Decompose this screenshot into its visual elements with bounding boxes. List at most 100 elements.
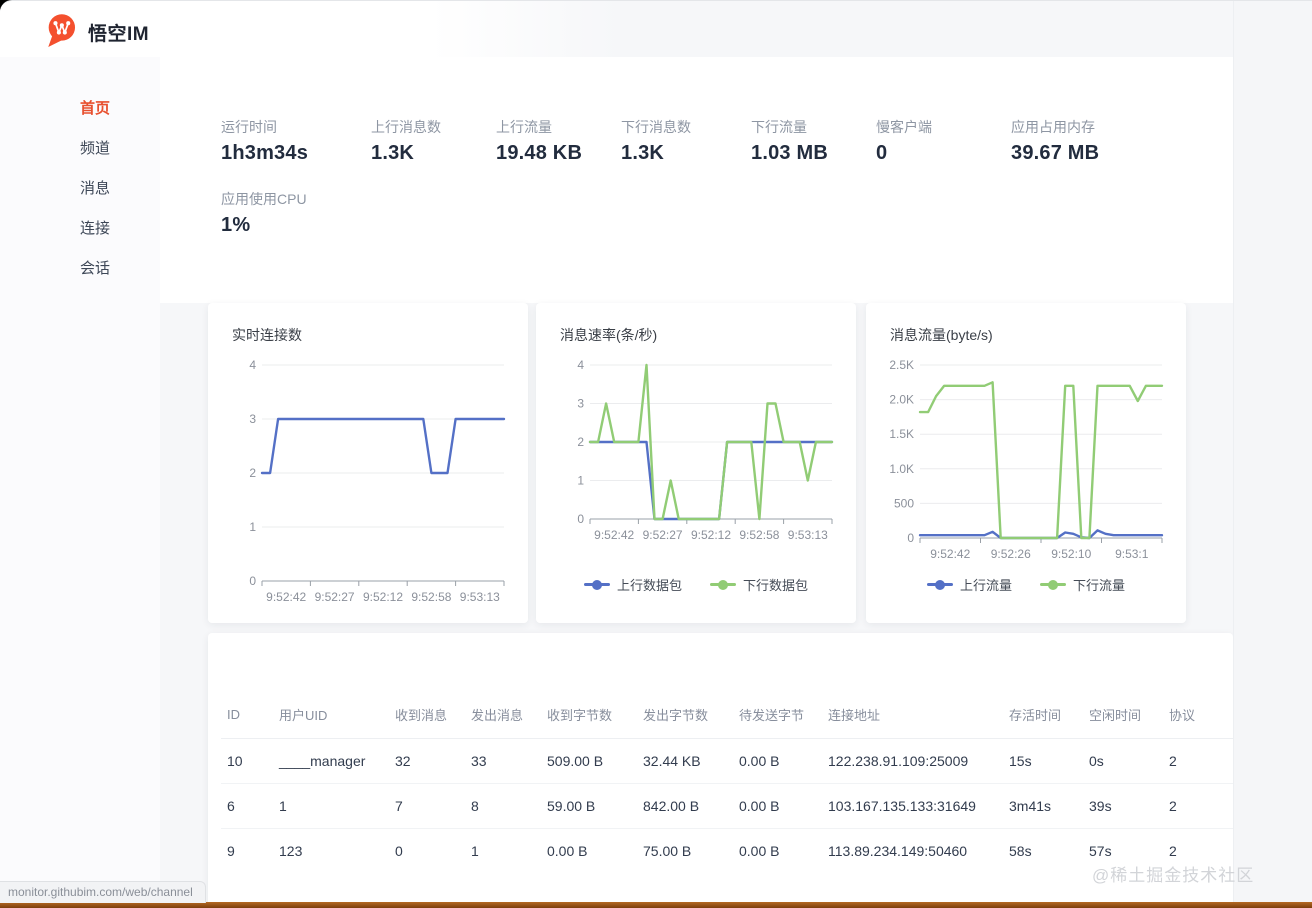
svg-text:2: 2 <box>249 466 256 480</box>
cell: 39s <box>1083 783 1163 829</box>
legend-item-下行流量[interactable]: 下行流量 <box>1040 575 1125 594</box>
cell: 59.00 B <box>541 783 637 829</box>
svg-text:1.5K: 1.5K <box>889 427 914 441</box>
stat-row1-0: 运行时间 1h3m34s <box>221 117 371 165</box>
legend-item-上行数据包[interactable]: 上行数据包 <box>583 575 682 594</box>
cell: 3m41s <box>1003 783 1083 829</box>
cell: 58s <box>1009 843 1032 859</box>
cell: 2 <box>1163 738 1233 784</box>
stat-row2-0: 应用使用CPU 1% <box>221 189 371 237</box>
table-row-1: 6 1 7 8 59.00 B 842.00 B 0.00 B 103.167.135.133… <box>221 783 1233 829</box>
legend-item-上行流量[interactable]: 上行流量 <box>926 575 1012 594</box>
cell: 33 <box>465 738 541 784</box>
chart-plot-1: 4 3 2 1 0 9:52:42 9:52:27 9:52:12 9:52:58 9:53:13 <box>577 358 834 542</box>
legend-line-icon <box>583 579 610 590</box>
chart-card-1: 消息速率(条/秒) 4 3 2 1 0 9:52:42 9:52:27 9:52:12 9:52:… <box>536 303 856 623</box>
legend-item-下行数据包[interactable]: 下行数据包 <box>710 575 808 594</box>
connections-table: ID 用户UID 收到消息 发出消息 收到字节数 发出字节数 待发送字节 连接地址 存活时间 空闲… <box>221 695 1233 873</box>
stat-value: 1.03 MB <box>751 142 828 164</box>
svg-text:0: 0 <box>907 531 914 545</box>
chart-plot-0: 4 3 2 1 0 9:52:42 9:52:27 9:52:12 9:52:58 9:53:13 <box>249 358 506 604</box>
svg-text:1: 1 <box>249 520 256 534</box>
stat-row1-5: 慢客户端 0 <box>876 117 1011 165</box>
stat-row1-2: 上行流量 19.48 KB <box>496 117 621 165</box>
stats-panel: 运行时间 1h3m34s 上行消息数 1.3K 上行流量 19.48 KB 下行消息数 1.3… <box>160 57 1233 303</box>
svg-text:9:52:42: 9:52:42 <box>266 590 306 604</box>
col-header-4: 收到字节数 <box>541 695 637 739</box>
stat-label: 下行流量 <box>751 119 807 135</box>
cell: 0 <box>395 843 403 859</box>
cell: 2 <box>1163 783 1233 829</box>
chart-title: 消息流量(byte/s) <box>890 327 993 343</box>
chart-card-0: 实时连接数 4 3 2 1 0 9:52:42 9:52:27 9:52:12 9:52:58 9:… <box>208 303 528 623</box>
col-header-2: 收到消息 <box>389 695 465 739</box>
legend-line-icon <box>1040 579 1066 590</box>
col-header-9: 空闲时间 <box>1083 695 1163 739</box>
watermark: @稀土掘金技术社区 <box>1092 866 1255 885</box>
svg-text:9:52:58: 9:52:58 <box>739 528 779 542</box>
col-header-3: 发出消息 <box>465 695 541 739</box>
cell: 15s <box>1003 738 1083 784</box>
sidebar-item-0[interactable]: 首页 <box>0 89 160 129</box>
cell: 0s <box>1083 738 1163 784</box>
cell: 0.00 B <box>739 843 780 859</box>
svg-text:9:53:1: 9:53:1 <box>1115 547 1149 561</box>
cell: 75.00 B <box>643 843 692 859</box>
cell: 32.44 KB <box>637 738 733 784</box>
stat-value: 0 <box>876 142 888 164</box>
svg-text:500: 500 <box>894 496 914 510</box>
chart-title: 实时连接数 <box>232 327 302 343</box>
legend-line-icon <box>926 579 953 590</box>
svg-text:9:52:27: 9:52:27 <box>643 528 683 542</box>
legend-label: 上行数据包 <box>616 578 682 593</box>
cell: 0.00 B <box>733 783 822 829</box>
svg-text:9:52:12: 9:52:12 <box>691 528 731 542</box>
cell: 509.00 B <box>541 738 637 784</box>
sidebar-item-4[interactable]: 会话 <box>0 249 160 289</box>
svg-text:9:52:26: 9:52:26 <box>991 547 1031 561</box>
legend-label: 上行流量 <box>959 578 1012 593</box>
stat-label: 上行流量 <box>496 119 552 135</box>
col-header-8: 存活时间 <box>1003 695 1083 739</box>
cell: 10 <box>221 738 273 784</box>
cell: 9 <box>227 843 235 859</box>
stat-label: 应用占用内存 <box>1011 119 1095 135</box>
legend-label: 下行数据包 <box>743 578 809 593</box>
stat-value: 1h3m34s <box>221 142 309 164</box>
cell: 122.238.91.109:25009 <box>822 738 1003 784</box>
chart-legend: 上行流量 下行流量 <box>866 575 1186 594</box>
chart-card-2: 消息流量(byte/s) 2.5K 2.0K 1.5K 1.0K 500 0 9:52:42 9… <box>866 303 1186 623</box>
wukong-im-logo-icon <box>44 12 78 53</box>
col-header-6: 待发送字节 <box>733 695 822 739</box>
svg-text:9:53:13: 9:53:13 <box>788 528 828 542</box>
stat-label: 上行消息数 <box>371 119 441 135</box>
stat-row1-1: 上行消息数 1.3K <box>371 117 496 165</box>
svg-text:1.0K: 1.0K <box>889 462 914 476</box>
sidebar-item-3[interactable]: 连接 <box>0 209 160 249</box>
sidebar-item-1[interactable]: 频道 <box>0 129 160 169</box>
table-header-row: ID 用户UID 收到消息 发出消息 收到字节数 发出字节数 待发送字节 连接地址 存活时间 空闲… <box>221 695 1233 739</box>
cell: 7 <box>389 783 465 829</box>
cell: 32 <box>389 738 465 784</box>
svg-text:1: 1 <box>577 474 584 488</box>
cell: ____manager <box>273 738 389 784</box>
connections-table-card: ID 用户UID 收到消息 发出消息 收到字节数 发出字节数 待发送字节 连接地址 存活时间 空闲… <box>208 633 1233 908</box>
stat-label: 运行时间 <box>221 119 277 135</box>
legend-label: 下行流量 <box>1073 578 1126 593</box>
chart-legend: 上行数据包 下行数据包 <box>536 575 856 594</box>
right-gutter <box>1233 1 1312 908</box>
svg-text:9:52:12: 9:52:12 <box>363 590 403 604</box>
cell: 6 <box>221 783 273 829</box>
stat-value: 1.3K <box>371 142 415 164</box>
cell: 842.00 B <box>637 783 733 829</box>
col-header-0: ID <box>221 695 273 739</box>
cell: 1 <box>471 843 479 859</box>
table-row-0: 10 ____manager 32 33 509.00 B 32.44 KB 0.00 B1… <box>221 738 1233 784</box>
chart-title: 消息速率(条/秒) <box>560 327 658 343</box>
sidebar-item-2[interactable]: 消息 <box>0 169 160 209</box>
stat-value: 39.67 MB <box>1011 142 1100 164</box>
cell: 1 <box>273 783 389 829</box>
chart-plot-2: 2.5K 2.0K 1.5K 1.0K 500 0 9:52:42 9:52:26 9:52:1… <box>889 358 1164 561</box>
app-window: 悟空IM 首页 频道 消息 连接 会话 运行时间 1h3m34s 上行消息数 1.3K 上行流量… <box>0 0 1312 908</box>
brand[interactable]: 悟空IM <box>44 12 149 53</box>
